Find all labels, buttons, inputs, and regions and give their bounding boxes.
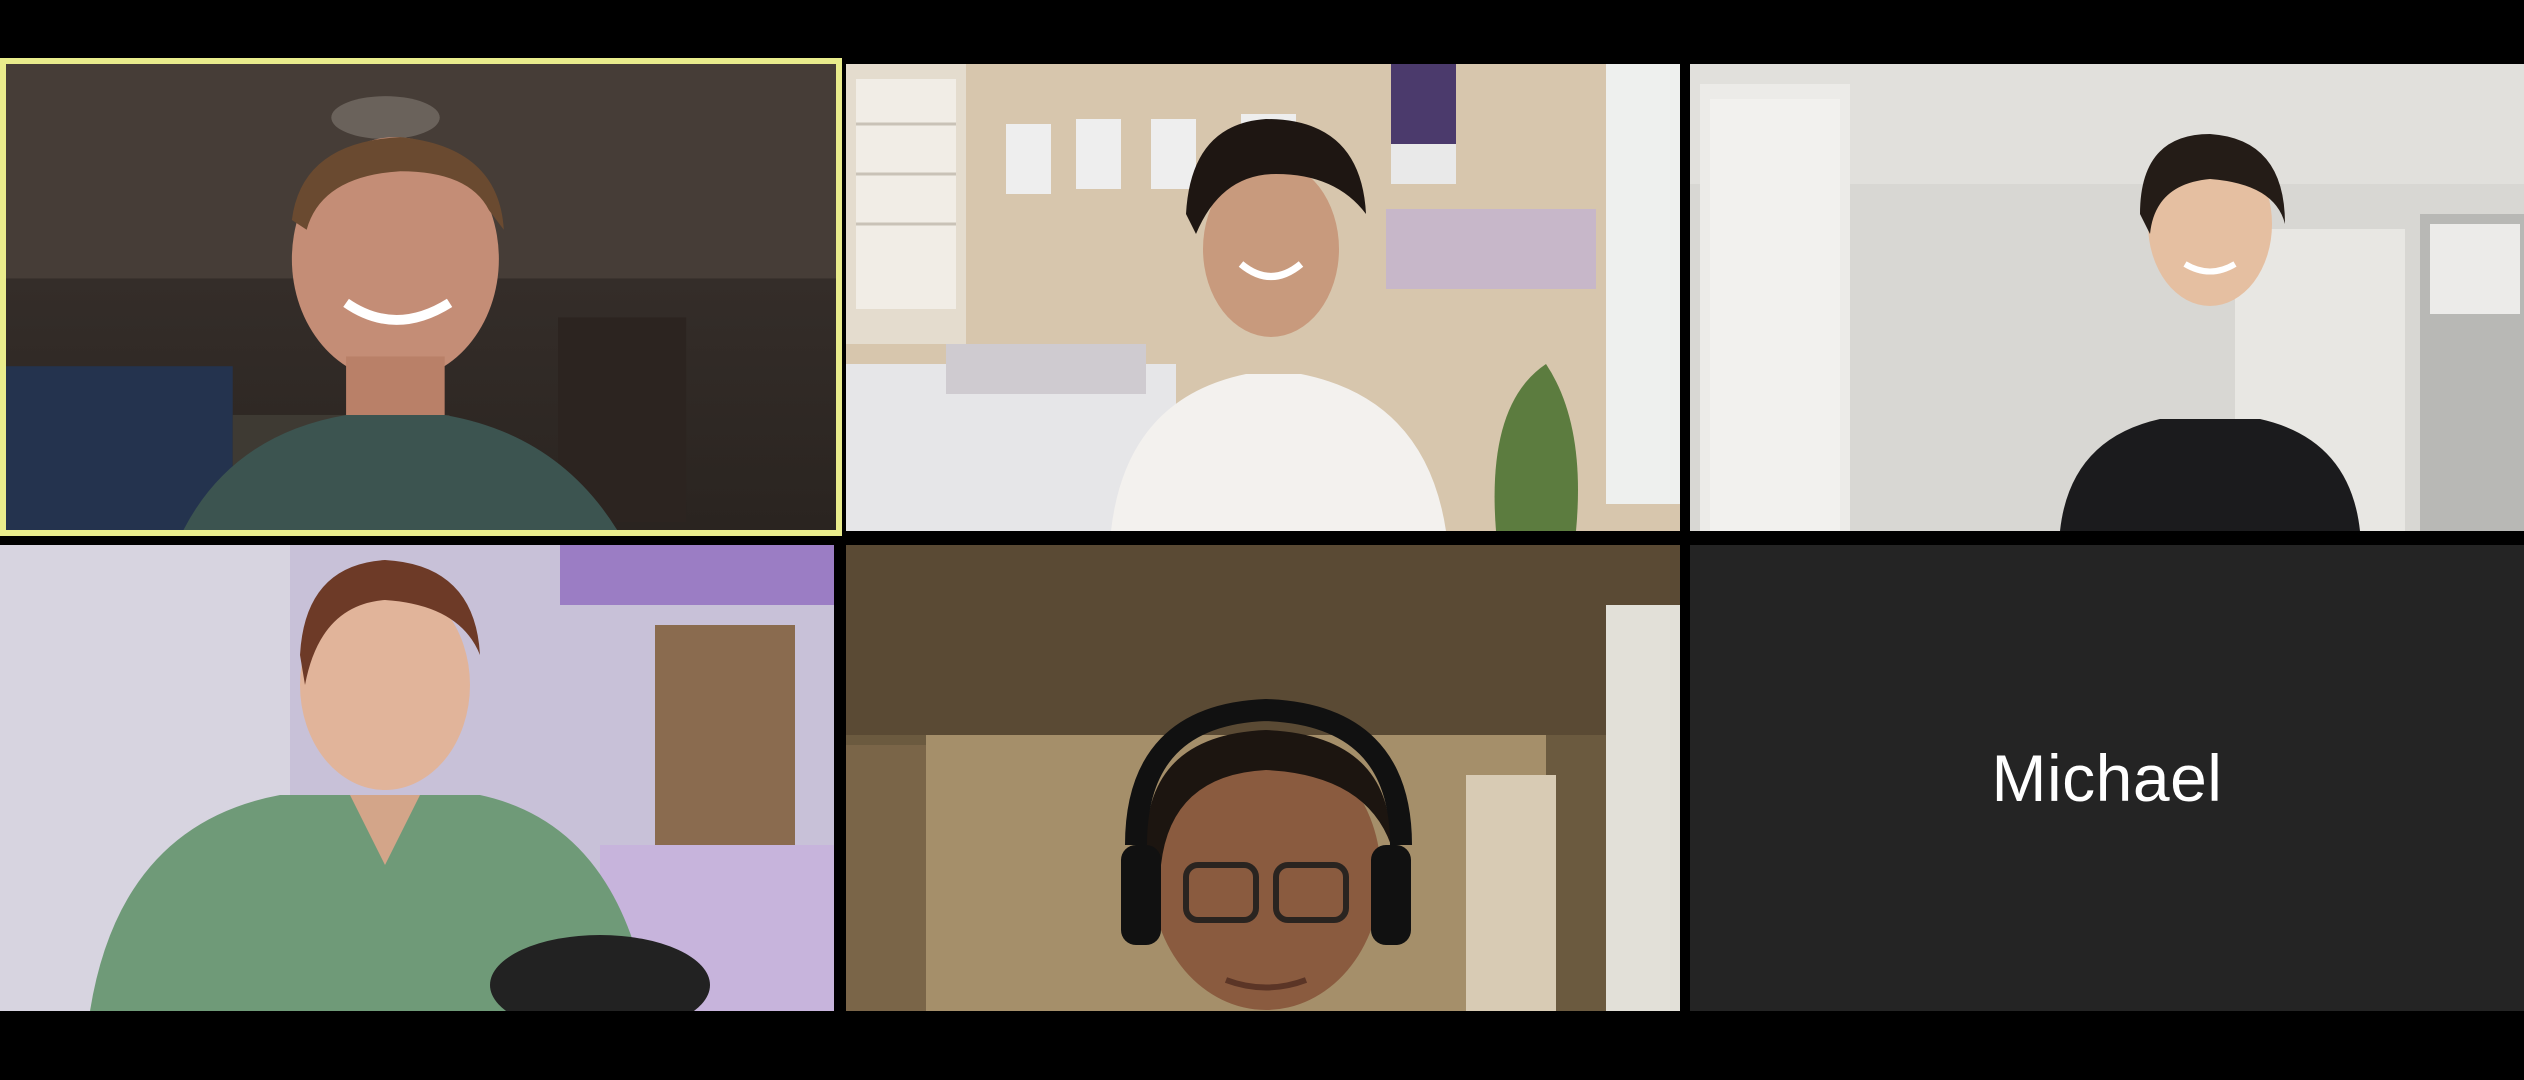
participant-video-4 (0, 545, 834, 1011)
participant-tile-4[interactable] (0, 545, 834, 1011)
participant-name-michael: Michael (1991, 741, 2223, 815)
participant-tile-3[interactable] (1690, 64, 2524, 531)
participant-video-2 (846, 64, 1680, 531)
video-gallery: Michael (0, 0, 2524, 1080)
participant-video-3 (1690, 64, 2524, 531)
participant-tile-1[interactable] (0, 58, 842, 536)
participant-tile-6[interactable]: Michael (1690, 545, 2524, 1011)
participant-tile-2[interactable] (846, 64, 1680, 531)
participant-tile-5[interactable] (846, 545, 1680, 1011)
participant-video-5 (846, 545, 1680, 1011)
participant-video-1 (6, 64, 836, 530)
